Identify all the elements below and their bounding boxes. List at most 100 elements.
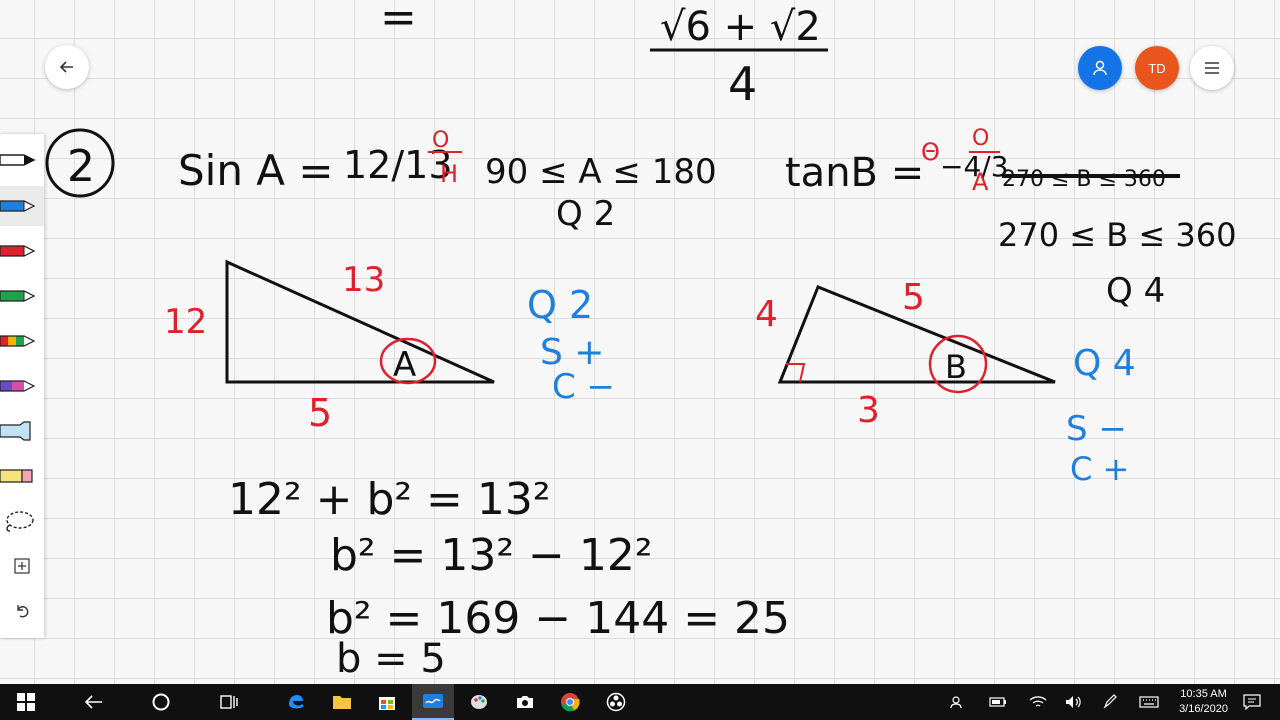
work-line-4: b = 5 — [336, 636, 446, 682]
palette-icon — [471, 695, 487, 709]
task-view-icon — [220, 695, 238, 709]
ink-layer: = √6 + √2 4 2 Sin A = 12/13 O H 90 ≤ A ≤… — [45, 0, 1236, 682]
chrome-app[interactable] — [552, 684, 588, 720]
right-given: tanB = — [785, 150, 924, 196]
left-hyp-label: 13 — [342, 260, 385, 300]
edge-app[interactable] — [278, 684, 314, 720]
whiteboard-app[interactable] — [412, 684, 454, 720]
pen-red[interactable] — [0, 231, 44, 271]
pen-rainbow[interactable] — [0, 321, 44, 361]
highlighter-icon — [0, 421, 31, 441]
wifi-tray[interactable] — [1026, 684, 1050, 720]
pen-workspace-icon — [1103, 694, 1117, 709]
folder-icon — [333, 696, 351, 709]
people-tray[interactable] — [946, 684, 970, 720]
black-pen-icon — [0, 154, 36, 166]
keyboard-tray[interactable] — [1137, 684, 1161, 720]
top-numerator: √6 + √2 — [660, 4, 821, 50]
people-icon — [950, 696, 962, 709]
red-pen-icon — [0, 245, 36, 257]
back-button[interactable] — [45, 45, 89, 89]
back-arrow-icon — [84, 695, 102, 709]
start-button[interactable] — [8, 684, 44, 720]
right-angle-label: B — [945, 348, 967, 386]
back-arrow-icon — [59, 61, 73, 73]
right-range: 270 ≤ B ≤ 360 — [998, 216, 1236, 254]
left-sign-quadrant: Q 2 — [527, 283, 593, 327]
right-o-label: O — [972, 126, 989, 151]
right-scribble-text: 270 ≤ B ≤ 360 — [1002, 167, 1166, 192]
left-angle-label: A — [393, 345, 416, 385]
volume-tray[interactable] — [1061, 684, 1085, 720]
green-pen-icon — [0, 290, 36, 302]
user-avatar[interactable]: TD — [1135, 46, 1179, 90]
cortana-button[interactable] — [143, 684, 179, 720]
right-angle-mark — [786, 363, 806, 383]
clock-time: 10:35 AM — [1180, 688, 1227, 700]
left-quadrant: Q 2 — [556, 194, 615, 234]
pen-tray[interactable] — [1098, 684, 1122, 720]
left-opp-label: 12 — [164, 302, 207, 342]
right-hyp-label: 5 — [902, 277, 925, 318]
pen-blue[interactable] — [0, 186, 44, 226]
camera-app[interactable] — [507, 684, 543, 720]
right-crossed: Θ — [921, 138, 940, 166]
top-equals: = — [380, 0, 417, 43]
undo-icon — [17, 605, 29, 618]
notification-icon — [1243, 694, 1261, 710]
person-icon — [1093, 60, 1107, 76]
top-denominator: 4 — [728, 57, 757, 111]
right-a-label: A — [972, 168, 989, 196]
whiteboard-canvas[interactable]: = √6 + √2 4 2 Sin A = 12/13 O H 90 ≤ A ≤… — [0, 0, 1280, 684]
battery-tray[interactable] — [986, 684, 1010, 720]
notifications-button[interactable] — [1240, 684, 1264, 720]
left-o-label: O — [432, 128, 449, 153]
store-app[interactable] — [369, 684, 405, 720]
pen-black[interactable] — [0, 140, 44, 180]
camera-icon — [517, 696, 533, 708]
wifi-icon — [1029, 696, 1047, 707]
rainbow-pen-icon — [0, 335, 36, 347]
menu-button[interactable] — [1190, 46, 1234, 90]
taskbar-back-button[interactable] — [76, 684, 112, 720]
work-line-2: b² = 13² − 12² — [330, 530, 653, 581]
battery-icon — [989, 697, 1006, 707]
file-explorer-app[interactable] — [324, 684, 360, 720]
right-sign-quadrant: Q 4 — [1073, 343, 1136, 384]
edge-icon — [289, 695, 303, 709]
add-tool[interactable] — [0, 546, 44, 586]
windows-icon — [17, 693, 35, 711]
task-view-button[interactable] — [211, 684, 247, 720]
highlighter-blue[interactable] — [0, 411, 44, 451]
keyboard-icon — [1139, 696, 1159, 708]
left-range: 90 ≤ A ≤ 180 — [485, 152, 717, 192]
left-given: Sin A = — [178, 146, 334, 195]
pen-green[interactable] — [0, 276, 44, 316]
work-line-1: 12² + b² = 13² — [228, 474, 551, 525]
blue-pen-icon — [0, 200, 36, 212]
clock-date: 3/16/2020 — [1179, 703, 1228, 715]
highlighter-yellow[interactable] — [0, 456, 44, 496]
pen-galaxy[interactable] — [0, 366, 44, 406]
chrome-icon — [561, 693, 580, 712]
hamburger-icon — [1205, 62, 1219, 74]
right-adj-label: 3 — [857, 390, 880, 431]
right-sign-c: C + — [1070, 450, 1129, 488]
plus-icon — [14, 558, 30, 574]
lasso-tool[interactable] — [0, 501, 44, 541]
speaker-icon — [1066, 696, 1081, 708]
right-quadrant: Q 4 — [1106, 271, 1165, 311]
clock[interactable]: 10:35 AM 3/16/2020 — [1179, 687, 1228, 717]
undo-button[interactable] — [0, 591, 44, 631]
lasso-icon — [6, 511, 34, 532]
cortana-circle-icon — [152, 693, 170, 711]
share-button[interactable] — [1078, 46, 1122, 90]
right-scribble: 270 ≤ B ≤ 360 — [1002, 167, 1180, 192]
problem-number: 2 — [67, 141, 95, 192]
obs-icon — [606, 692, 626, 712]
left-sign-c: C − — [552, 367, 615, 407]
left-h-label: H — [440, 160, 458, 188]
obs-app[interactable] — [598, 684, 634, 720]
store-bag-icon — [379, 697, 395, 710]
paint-app[interactable] — [461, 684, 497, 720]
